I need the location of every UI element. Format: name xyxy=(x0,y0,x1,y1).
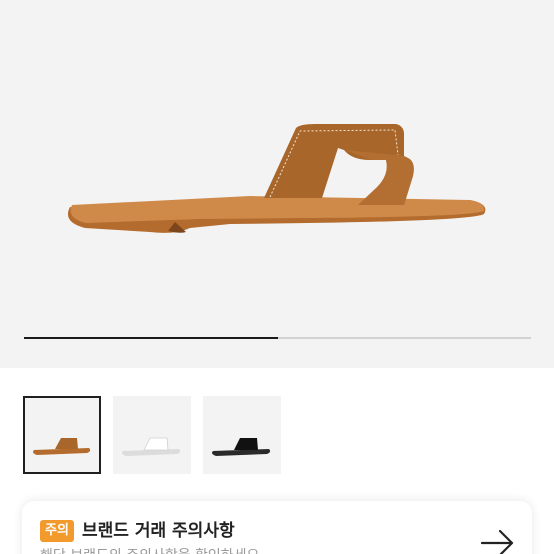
gallery-progress-fill xyxy=(24,337,278,339)
notice-title: 브랜드 거래 주의사항 xyxy=(82,521,235,541)
arrow-right-icon[interactable] xyxy=(478,525,518,554)
thumbnail-black-image xyxy=(212,438,271,456)
thumbnail-white-image xyxy=(122,437,181,456)
thumbnail-white[interactable] xyxy=(113,396,191,474)
caution-badge: 주의 xyxy=(40,520,74,542)
thumbnail-brown-image xyxy=(33,438,91,455)
gallery-progress-track xyxy=(24,337,531,339)
product-page: 주의 브랜드 거래 주의사항 해당 브랜드의 주의사항을 확인하세요 xyxy=(0,0,554,554)
sandal-illustration xyxy=(67,124,486,233)
thumbnail-brown[interactable] xyxy=(23,396,101,474)
notice-subtitle: 해당 브랜드의 주의사항을 확인하세요 xyxy=(40,546,259,554)
main-product-image[interactable] xyxy=(0,0,554,368)
thumbnail-black[interactable] xyxy=(203,396,281,474)
brand-notice-card[interactable]: 주의 브랜드 거래 주의사항 해당 브랜드의 주의사항을 확인하세요 xyxy=(22,501,532,554)
